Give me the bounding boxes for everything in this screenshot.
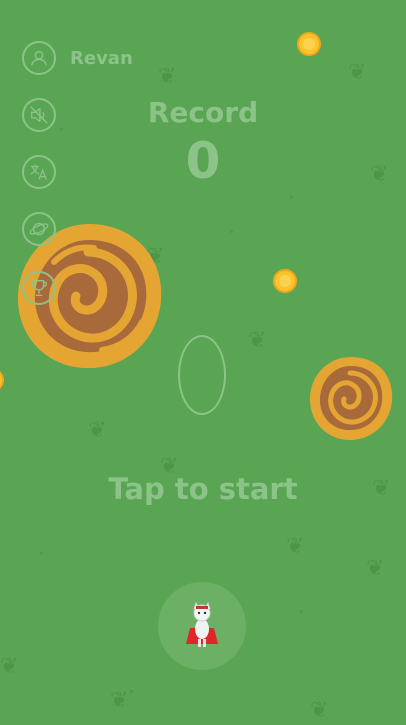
grass-decoration: ❦ [348, 60, 367, 85]
coin [297, 32, 321, 56]
grass-dot [230, 230, 233, 233]
grass-dot [130, 690, 133, 693]
grass-dot [290, 196, 293, 199]
profile-button[interactable] [22, 41, 56, 75]
trophy-icon [31, 279, 47, 297]
leaderboard-button[interactable] [22, 271, 56, 305]
coin-partial [0, 368, 4, 392]
grass-decoration: ❦ [158, 64, 177, 89]
world-button[interactable] [22, 212, 56, 246]
record-value: 0 [185, 132, 221, 190]
coin [273, 269, 297, 293]
grass-dot [300, 610, 303, 613]
grass-decoration: ❦ [88, 418, 107, 443]
player-start-pad[interactable] [158, 582, 246, 670]
game-stage[interactable]: ❦ ❦ ❦ ❦ ❦ ❦ ❦ ❦ ❦ ❦ ❦ ❦ ❦ Revan Record 0… [0, 0, 406, 725]
target-oval [178, 335, 226, 415]
grass-decoration: ❦ [248, 328, 267, 353]
grass-decoration: ❦ [366, 556, 385, 581]
username-label: Revan [70, 48, 133, 69]
planet-icon [29, 222, 49, 236]
grass-decoration: ❦ [286, 534, 305, 559]
grass-dot [40, 552, 43, 555]
tap-to-start-prompt[interactable]: Tap to start [0, 472, 406, 506]
grass-decoration: ❦ [310, 698, 329, 723]
grass-decoration: ❦ [0, 654, 19, 679]
vortex-hazard [309, 357, 393, 441]
player-character [186, 601, 218, 647]
grass-decoration: ❦ [110, 688, 129, 713]
record-label: Record [147, 96, 259, 129]
user-icon [30, 50, 48, 66]
